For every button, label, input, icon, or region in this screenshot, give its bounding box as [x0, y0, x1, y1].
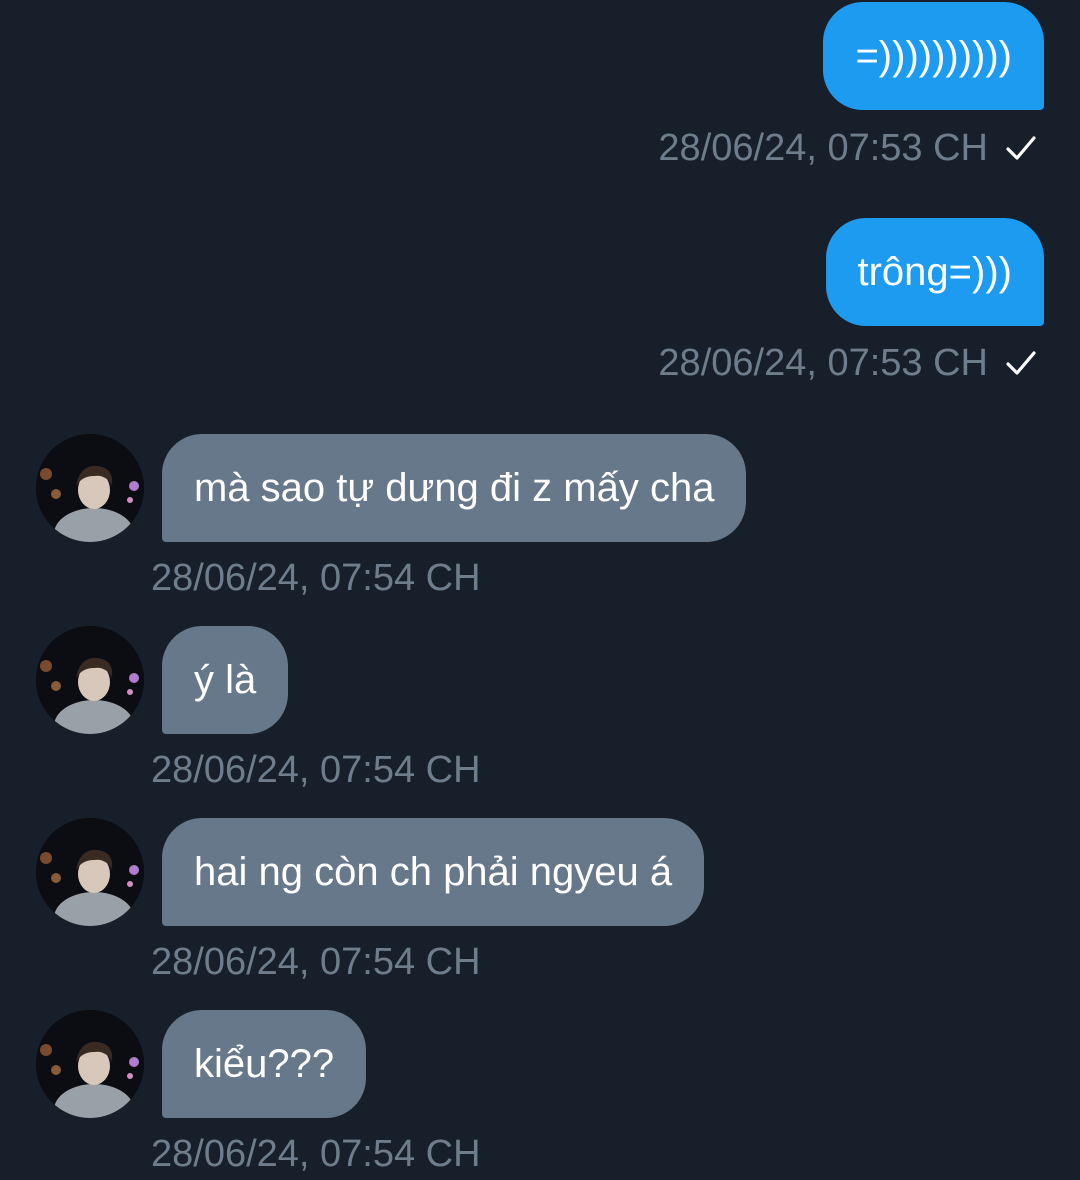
- sent-message-bubble[interactable]: trông=))): [825, 218, 1044, 326]
- message-meta: 28/06/24, 07:53 CH: [658, 341, 1038, 385]
- avatar-photo: [36, 1010, 144, 1118]
- message-timestamp: 28/06/24, 07:54 CH: [151, 941, 481, 983]
- check-icon: [1006, 136, 1036, 160]
- message-timestamp: 28/06/24, 07:53 CH: [658, 342, 988, 384]
- sent-message-bubble[interactable]: =)))))))))): [823, 2, 1044, 110]
- received-message-bubble[interactable]: ý là: [162, 626, 289, 734]
- message-timestamp: 28/06/24, 07:53 CH: [658, 127, 988, 169]
- message-timestamp: 28/06/24, 07:54 CH: [151, 557, 481, 599]
- sender-avatar[interactable]: [36, 1010, 144, 1118]
- message-timestamp: 28/06/24, 07:54 CH: [151, 1133, 481, 1175]
- avatar-photo: [36, 434, 144, 542]
- message-meta: 28/06/24, 07:53 CH: [658, 126, 1038, 170]
- avatar-photo: [36, 818, 144, 926]
- received-message-bubble[interactable]: hai ng còn ch phải ngyeu á: [162, 818, 705, 926]
- sender-avatar[interactable]: [36, 818, 144, 926]
- received-message-bubble[interactable]: kiểu???: [162, 1010, 367, 1118]
- sender-avatar[interactable]: [36, 434, 144, 542]
- message-timestamp: 28/06/24, 07:54 CH: [151, 749, 481, 791]
- avatar-photo: [36, 626, 144, 734]
- check-icon: [1006, 351, 1036, 375]
- sender-avatar[interactable]: [36, 626, 144, 734]
- chat-thread: =)))))))))) 28/06/24, 07:53 CH trông=)))…: [0, 0, 1080, 1180]
- received-message-bubble[interactable]: mà sao tự dưng đi z mấy cha: [162, 434, 747, 542]
